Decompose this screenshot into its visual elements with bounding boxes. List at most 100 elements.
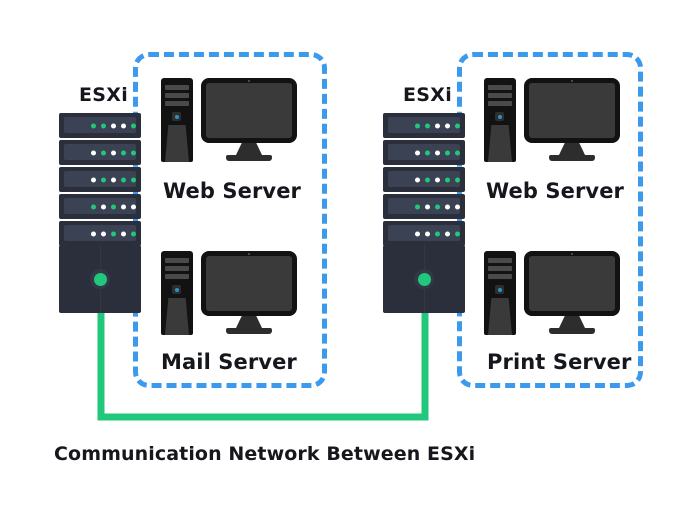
monitor-base [226, 328, 272, 334]
rack-unit [383, 221, 465, 246]
power-button-icon[interactable] [414, 269, 434, 289]
rack-unit [383, 194, 465, 219]
webcam-icon [248, 80, 250, 82]
tower-icon [161, 251, 193, 335]
rack-led [425, 204, 430, 209]
monitor-frame [201, 78, 297, 143]
tower-power-icon [495, 112, 504, 121]
tower-front-panel [165, 298, 189, 335]
rack-led [455, 123, 460, 128]
diagram-canvas: ESXi Web Server Mail Server ESXi Web Ser… [0, 0, 696, 532]
tower-power-icon [172, 112, 181, 121]
monitor-icon [524, 251, 620, 335]
server-rack-right[interactable] [383, 113, 465, 313]
rack-unit [59, 221, 141, 246]
vm-label-web-right: Web Server [486, 179, 625, 203]
rack-led [101, 177, 106, 182]
monitor-screen [529, 256, 615, 311]
rack-unit [59, 140, 141, 165]
rack-led [131, 123, 136, 128]
rack-led-group [91, 123, 136, 128]
rack-led [435, 177, 440, 182]
rack-led [425, 150, 430, 155]
monitor-icon [201, 251, 297, 335]
rack-led-group [415, 204, 460, 209]
monitor-neck [236, 316, 262, 328]
network-caption: Communication Network Between ESXi [54, 443, 476, 465]
vm-label-mail-left: Mail Server [161, 350, 297, 374]
rack-led [131, 177, 136, 182]
rack-led [445, 231, 450, 236]
rack-led [121, 150, 126, 155]
rack-led [425, 123, 430, 128]
tower-icon [484, 78, 516, 162]
rack-led-group [415, 231, 460, 236]
rack-led [121, 177, 126, 182]
rack-led [435, 204, 440, 209]
rack-led [131, 204, 136, 209]
rack-led-group [415, 177, 460, 182]
tower-vent [488, 274, 512, 279]
tower-vent [488, 266, 512, 271]
rack-led [415, 231, 420, 236]
rack-unit [59, 194, 141, 219]
tower-front-panel [488, 298, 512, 335]
monitor-neck [559, 143, 585, 155]
monitor-neck [236, 143, 262, 155]
rack-led [111, 123, 116, 128]
rack-unit [383, 140, 465, 165]
server-rack-left[interactable] [59, 113, 141, 313]
tower-vent [488, 258, 512, 263]
rack-led [415, 204, 420, 209]
esxi-label-left: ESXi [79, 84, 129, 106]
rack-led [111, 150, 116, 155]
monitor-icon [524, 78, 620, 162]
tower-icon [161, 78, 193, 162]
vm-icon-mail-left[interactable] [161, 251, 297, 335]
monitor-screen [206, 256, 292, 311]
rack-led [91, 123, 96, 128]
rack-led-group [91, 177, 136, 182]
rack-led [415, 177, 420, 182]
rack-led [435, 150, 440, 155]
rack-led [91, 177, 96, 182]
monitor-base [549, 155, 595, 161]
power-button-icon[interactable] [90, 269, 110, 289]
rack-led [91, 150, 96, 155]
monitor-icon [201, 78, 297, 162]
vm-label-print-right: Print Server [487, 350, 632, 374]
vm-icon-web-right[interactable] [484, 78, 620, 162]
rack-led [455, 231, 460, 236]
rack-led-group [91, 150, 136, 155]
tower-vent [165, 258, 189, 263]
rack-led [111, 231, 116, 236]
monitor-frame [201, 251, 297, 316]
tower-icon [484, 251, 516, 335]
monitor-frame [524, 251, 620, 316]
tower-vent [488, 101, 512, 106]
rack-led-group [415, 123, 460, 128]
rack-led [425, 231, 430, 236]
rack-led [121, 123, 126, 128]
webcam-icon [248, 253, 250, 255]
rack-led [455, 150, 460, 155]
monitor-screen [206, 83, 292, 138]
tower-vent [165, 85, 189, 90]
rack-led [425, 177, 430, 182]
tower-front-panel [488, 125, 512, 162]
webcam-icon [571, 80, 573, 82]
rack-led [445, 204, 450, 209]
rack-led [111, 204, 116, 209]
vm-icon-web-left[interactable] [161, 78, 297, 162]
rack-led [445, 123, 450, 128]
tower-vent [488, 85, 512, 90]
rack-led [131, 150, 136, 155]
esxi-label-right: ESXi [403, 84, 453, 106]
rack-base [59, 245, 141, 313]
rack-unit [383, 167, 465, 192]
rack-led [415, 123, 420, 128]
rack-unit [59, 113, 141, 138]
vm-icon-print-right[interactable] [484, 251, 620, 335]
monitor-frame [524, 78, 620, 143]
rack-led [111, 177, 116, 182]
